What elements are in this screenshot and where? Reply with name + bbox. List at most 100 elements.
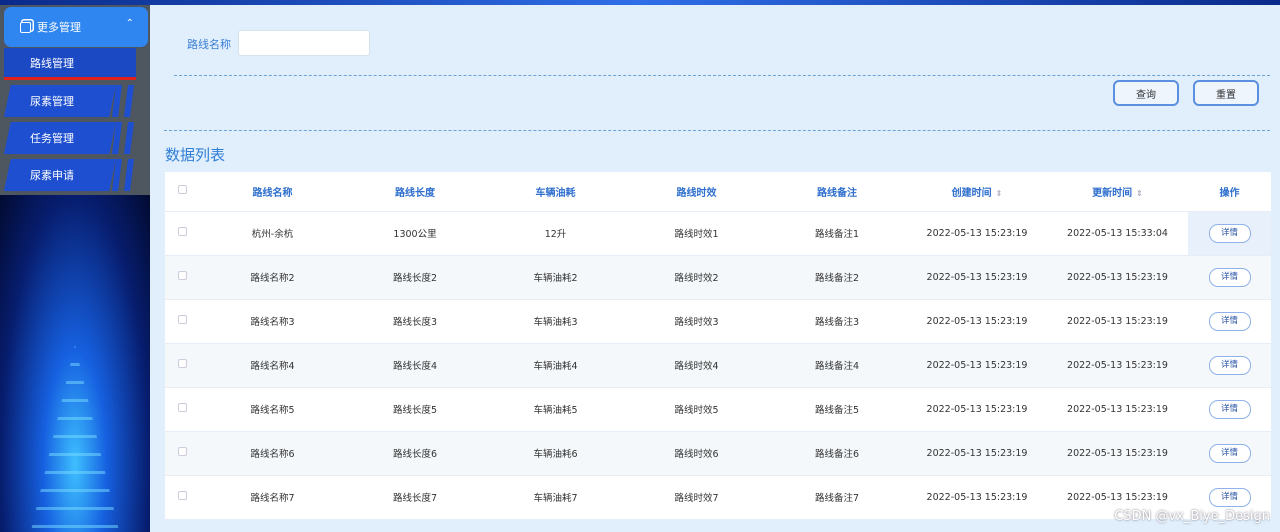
table-cell: 2022-05-13 15:23:19 [1047, 342, 1188, 387]
table-row: 路线名称3 路线长度3 车辆油耗3 路线时效3 路线备注3 2022-05-13 15:2… [165, 298, 1271, 343]
table-cell: 路线名称5 [200, 386, 345, 431]
checkbox-cell [165, 298, 200, 343]
table-cell: 2022-05-13 15:23:19 [1047, 430, 1188, 475]
action-cell: 详情 [1188, 342, 1271, 387]
detail-button[interactable]: 详情 [1208, 487, 1251, 507]
checkbox-cell [165, 474, 200, 519]
table-row: 路线名称4 路线长度4 车辆油耗4 路线时效4 路线备注4 2022-05-13 15:2… [165, 342, 1271, 387]
sort-icon[interactable]: ⇕ [996, 189, 1003, 198]
table-cell: 路线长度6 [345, 430, 485, 475]
divider [164, 130, 1270, 131]
row-checkbox[interactable] [178, 491, 187, 501]
table-cell: 路线时效1 [626, 210, 767, 255]
route-name-input[interactable] [238, 30, 370, 56]
table-cell: 12升 [485, 210, 626, 255]
menu-group-label: 更多管理 [37, 21, 81, 34]
column-header[interactable]: 更新时间 ⇕ [1047, 172, 1188, 211]
table-cell: 路线长度3 [345, 298, 485, 343]
column-header-label: 路线备注 [817, 187, 857, 199]
table-cell: 路线备注2 [767, 254, 907, 299]
table-cell: 路线名称6 [200, 430, 345, 475]
reset-button[interactable]: 重置 [1193, 80, 1259, 106]
sidebar-item-urea-apply[interactable]: 尿素申请 [4, 159, 116, 191]
column-header-label: 路线名称 [252, 187, 293, 199]
table-row: 路线名称2 路线长度2 车辆油耗2 路线时效2 路线备注2 2022-05-13 15:2… [165, 254, 1271, 299]
table-cell: 路线长度7 [345, 474, 485, 519]
table-cell: 路线时效5 [626, 386, 767, 431]
row-checkbox[interactable] [178, 271, 187, 280]
table-cell: 路线名称2 [200, 254, 345, 299]
table-cell: 2022-05-13 15:23:19 [907, 210, 1047, 255]
table-cell: 2022-05-13 15:23:19 [1047, 386, 1188, 431]
column-header: 路线长度 [345, 172, 485, 211]
decor-stripe [124, 159, 134, 191]
table-cell: 车辆油耗4 [485, 342, 626, 387]
main-content: 路线名称 查询 重置 数据列表 路线名称 路线长度 车辆油耗 路线时效 路线备注 创建时间… [150, 5, 1280, 532]
sort-icon[interactable]: ⇕ [1136, 189, 1143, 198]
menu-group-more[interactable]: 更多管理 ⌃ [4, 7, 148, 47]
table-cell: 路线时效3 [626, 298, 767, 343]
sidebar-item-task[interactable]: 任务管理 [4, 122, 116, 154]
table-cell: 路线名称3 [200, 298, 345, 343]
checkbox-cell [165, 386, 200, 431]
header-checkbox-cell [165, 172, 200, 211]
sidebar-item-urea[interactable]: 尿素管理 [4, 85, 116, 117]
table-cell: 路线备注3 [767, 298, 907, 343]
action-cell: 详情 [1188, 298, 1271, 343]
chevron-up-icon: ⌃ [125, 18, 134, 29]
detail-button[interactable]: 详情 [1208, 399, 1251, 419]
table-cell: 2022-05-13 15:23:19 [907, 298, 1047, 343]
decor-stripe [124, 85, 134, 117]
row-checkbox[interactable] [178, 359, 187, 368]
table-cell: 路线长度2 [345, 254, 485, 299]
column-header: 路线名称 [200, 172, 345, 211]
table-row: 路线名称7 路线长度7 车辆油耗7 路线时效7 路线备注7 2022-05-13 15:2… [165, 474, 1271, 519]
table-cell: 车辆油耗2 [485, 254, 626, 299]
data-table: 路线名称 路线长度 车辆油耗 路线时效 路线备注 创建时间 ⇕ 更新时间 ⇕ 操作 杭州-余杭 13… [165, 172, 1271, 519]
checkbox-cell [165, 210, 200, 255]
table-cell: 车辆油耗7 [485, 474, 626, 519]
column-header-label: 更新时间 [1092, 187, 1133, 199]
table-cell: 杭州-余杭 [200, 210, 345, 255]
row-checkbox[interactable] [178, 315, 187, 324]
row-checkbox[interactable] [178, 403, 187, 412]
table-cell: 2022-05-13 15:23:19 [907, 430, 1047, 475]
column-header-label: 车辆油耗 [535, 187, 576, 199]
column-header: 车辆油耗 [485, 172, 626, 211]
checkbox-cell [165, 430, 200, 475]
row-checkbox[interactable] [178, 227, 187, 236]
sidebar-item-route[interactable]: 路线管理 [4, 48, 136, 80]
column-header-label: 路线时效 [676, 187, 717, 199]
table-cell: 2022-05-13 15:23:19 [907, 254, 1047, 299]
table-cell: 车辆油耗5 [485, 386, 626, 431]
table-cell: 车辆油耗3 [485, 298, 626, 343]
row-checkbox[interactable] [178, 447, 187, 456]
decor-stripe [124, 122, 134, 154]
table-cell: 路线备注4 [767, 342, 907, 387]
select-all-checkbox[interactable] [178, 185, 187, 195]
table-cell: 2022-05-13 15:23:19 [907, 342, 1047, 387]
section-title: 数据列表 [165, 146, 226, 164]
table-row: 路线名称5 路线长度5 车辆油耗5 路线时效5 路线备注5 2022-05-13 15:2… [165, 386, 1271, 431]
checkbox-cell [165, 342, 200, 387]
checkbox-cell [165, 254, 200, 299]
detail-button[interactable]: 详情 [1208, 311, 1251, 331]
column-header-label: 路线长度 [395, 187, 435, 199]
column-header: 路线时效 [626, 172, 767, 211]
column-header: 路线备注 [767, 172, 907, 211]
detail-button[interactable]: 详情 [1208, 355, 1251, 375]
table-cell: 路线长度4 [345, 342, 485, 387]
column-header[interactable]: 创建时间 ⇕ [907, 172, 1047, 211]
table-cell: 路线名称7 [200, 474, 345, 519]
query-button[interactable]: 查询 [1113, 80, 1179, 106]
action-cell: 详情 [1188, 430, 1271, 475]
table-cell: 路线时效7 [626, 474, 767, 519]
detail-button[interactable]: 详情 [1208, 267, 1251, 287]
copy-icon [20, 21, 31, 33]
table-cell: 2022-05-13 15:33:04 [1047, 210, 1188, 255]
detail-button[interactable]: 详情 [1208, 443, 1251, 463]
detail-button[interactable]: 详情 [1208, 223, 1251, 243]
column-header: 操作 [1188, 172, 1271, 211]
divider [174, 75, 1270, 76]
action-cell: 详情 [1188, 254, 1271, 299]
